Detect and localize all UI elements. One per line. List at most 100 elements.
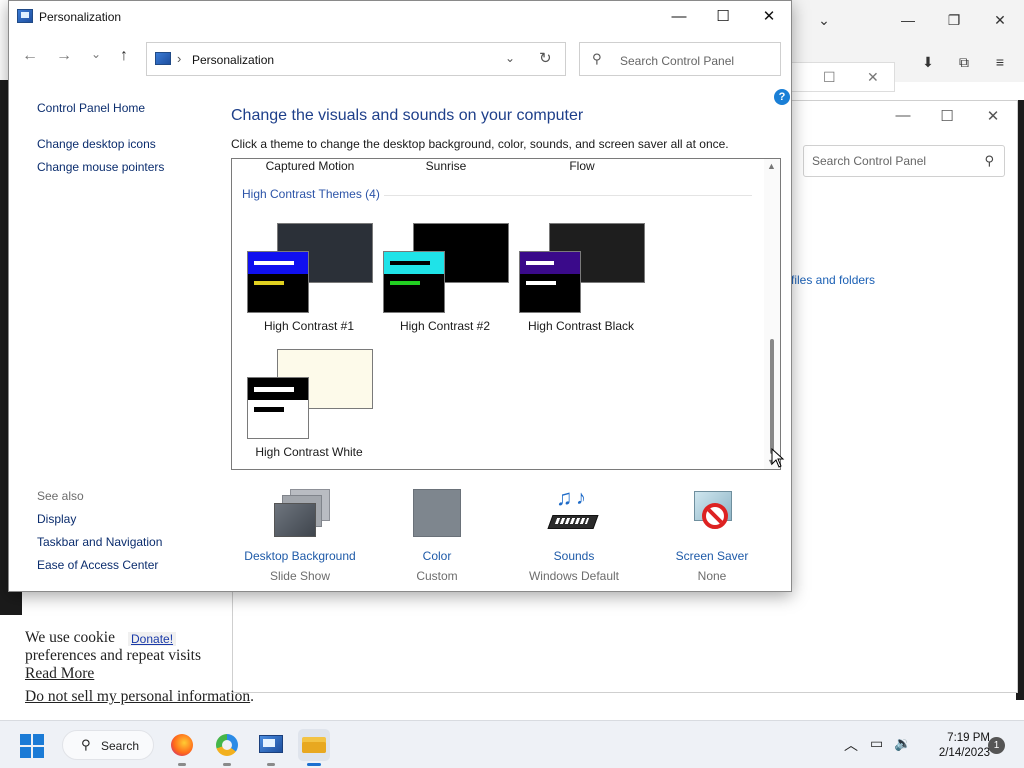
color-setting[interactable]: Color Custom [372, 489, 502, 583]
page-title: Change the visuals and sounds on your co… [231, 107, 584, 124]
restore-icon[interactable]: ☐ [823, 69, 836, 86]
maximize-button[interactable]: ☐ [703, 5, 743, 29]
do-not-sell-link[interactable]: Do not sell my personal information. [25, 688, 254, 706]
theme-list[interactable]: Captured Motion Sunrise Flow High Contra… [231, 158, 781, 470]
theme-label: High Contrast White [255, 445, 363, 459]
see-also-heading: See also [37, 489, 84, 503]
close-button[interactable]: ✕ [749, 5, 789, 29]
theme-preview-bar [390, 281, 420, 285]
theme-preview-window [519, 251, 581, 313]
search-placeholder: Search Control Panel [812, 154, 927, 168]
theme-label[interactable]: Captured Motion [245, 159, 375, 173]
personalization-window: Personalization — ☐ ✕ ← → ⌄ ↑ › Personal… [8, 0, 792, 592]
breadcrumb-chevron-icon[interactable]: › [177, 51, 181, 66]
system-clock[interactable]: 7:19 PM 2/14/2023 [920, 731, 990, 761]
theme-label[interactable]: Sunrise [381, 159, 511, 173]
search-icon: ⚲ [592, 51, 602, 66]
desktop-background-value: Slide Show [269, 569, 331, 583]
ease-of-access-link[interactable]: Ease of Access Center [37, 558, 158, 572]
chevron-down-icon[interactable]: ⌄ [505, 51, 515, 65]
theme-preview-window [247, 251, 309, 313]
screen-saver-value: None [697, 569, 727, 583]
maximize-button[interactable]: ☐ [927, 107, 967, 125]
theme-high-contrast-2[interactable]: High Contrast #2 [383, 223, 509, 333]
up-button[interactable]: ↑ [113, 47, 135, 65]
read-more-link[interactable]: Read More [25, 665, 94, 683]
sounds-link[interactable]: Sounds [509, 549, 639, 563]
control-panel-icon [155, 52, 171, 65]
back-button[interactable]: ← [19, 47, 41, 65]
titlebar: Personalization — ☐ ✕ [9, 1, 791, 33]
browser-close-button[interactable]: ✕ [988, 12, 1012, 29]
search-input[interactable]: Search Control Panel ⚲ [803, 145, 1005, 177]
control-panel-home-link[interactable]: Control Panel Home [37, 101, 145, 115]
color-swatch-icon [411, 489, 463, 541]
menu-icon[interactable]: ≡ [988, 54, 1012, 70]
search-placeholder: Search Control Panel [620, 54, 735, 68]
close-button[interactable]: ✕ [973, 107, 1013, 125]
scroll-up-arrow-icon[interactable]: ▲ [767, 161, 776, 171]
search-icon: ⚲ [984, 153, 994, 168]
theme-high-contrast-white[interactable]: High Contrast White [247, 349, 373, 459]
scroll-thumb[interactable] [770, 339, 774, 454]
theme-preview-bar [526, 261, 554, 265]
change-desktop-icons-link[interactable]: Change desktop icons [37, 137, 156, 151]
chevron-up-icon[interactable]: ︿ [844, 735, 858, 755]
browser-minimize-button[interactable]: — [896, 12, 920, 28]
breadcrumb[interactable]: Personalization [192, 53, 274, 67]
theme-preview-bar [526, 281, 556, 285]
extensions-icon[interactable]: ⧉ [952, 54, 976, 71]
theme-high-contrast-black[interactable]: High Contrast Black [519, 223, 645, 333]
page-subtitle: Click a theme to change the desktop back… [231, 137, 729, 151]
windows-logo-icon [20, 734, 31, 745]
theme-preview-bar [254, 261, 294, 265]
theme-preview-bar [254, 281, 284, 285]
theme-high-contrast-1[interactable]: High Contrast #1 [247, 223, 373, 333]
firefox-taskbar-icon[interactable] [166, 729, 198, 766]
screen-saver-link[interactable]: Screen Saver [647, 549, 777, 563]
change-mouse-pointers-link[interactable]: Change mouse pointers [37, 160, 164, 174]
refresh-icon[interactable]: ↻ [539, 49, 552, 67]
theme-preview-window [247, 377, 309, 439]
screen-saver-setting[interactable]: Screen Saver None [647, 489, 777, 583]
color-link[interactable]: Color [372, 549, 502, 563]
browser-restore-button[interactable]: ❐ [942, 12, 966, 29]
theme-preview-bar [254, 407, 284, 412]
taskbar-navigation-link[interactable]: Taskbar and Navigation [37, 535, 162, 549]
control-panel-icon [17, 9, 33, 23]
control-panel-taskbar-icon[interactable] [255, 729, 287, 766]
search-input[interactable]: ⚲ Search Control Panel [579, 42, 781, 76]
background-window-titlebar: ☐ ✕ [790, 62, 895, 92]
navigation-bar: ← → ⌄ ↑ › Personalization ⌄ ↻ ⚲ Search C… [9, 39, 791, 79]
taskbar-search-button[interactable]: ⚲ Search [62, 730, 154, 760]
desktop-background-link[interactable]: Desktop Background [235, 549, 365, 563]
files-and-folders-link[interactable]: files and folders [791, 273, 875, 287]
taskbar-search-label: Search [101, 739, 140, 753]
start-button[interactable] [20, 734, 44, 758]
network-icon[interactable]: ▭ [870, 735, 883, 752]
forward-button[interactable]: → [53, 47, 75, 65]
browser-taskbar-icon[interactable] [211, 729, 243, 766]
theme-preview-bar [390, 261, 430, 265]
browser-tab-list-button[interactable]: ⌄ [812, 12, 836, 29]
desktop-background-setting[interactable]: Desktop Background Slide Show [235, 489, 365, 583]
file-explorer-taskbar-icon[interactable] [298, 729, 330, 766]
download-icon[interactable]: ⬇ [916, 54, 940, 71]
volume-icon[interactable]: 🔉 [894, 735, 911, 752]
sounds-setting[interactable]: ♫ ♪ Sounds Windows Default [509, 485, 639, 583]
notification-badge[interactable]: 1 [988, 737, 1005, 754]
theme-preview-window [383, 251, 445, 313]
theme-label[interactable]: Flow [517, 159, 647, 173]
donate-link[interactable]: Donate! [128, 632, 177, 646]
address-bar[interactable]: › Personalization ⌄ ↻ [146, 42, 566, 76]
screen-saver-icon [686, 489, 738, 541]
theme-preview-bar [254, 387, 294, 392]
help-icon[interactable]: ? [774, 89, 790, 105]
display-link[interactable]: Display [37, 512, 76, 526]
scrollbar[interactable]: ▲ ▼ [764, 159, 780, 469]
cookie-text: We use cookie [25, 629, 115, 646]
minimize-button[interactable]: — [883, 107, 923, 124]
close-icon[interactable]: ✕ [867, 69, 879, 86]
minimize-button[interactable]: — [659, 5, 699, 29]
recent-locations-button[interactable]: ⌄ [85, 47, 107, 61]
